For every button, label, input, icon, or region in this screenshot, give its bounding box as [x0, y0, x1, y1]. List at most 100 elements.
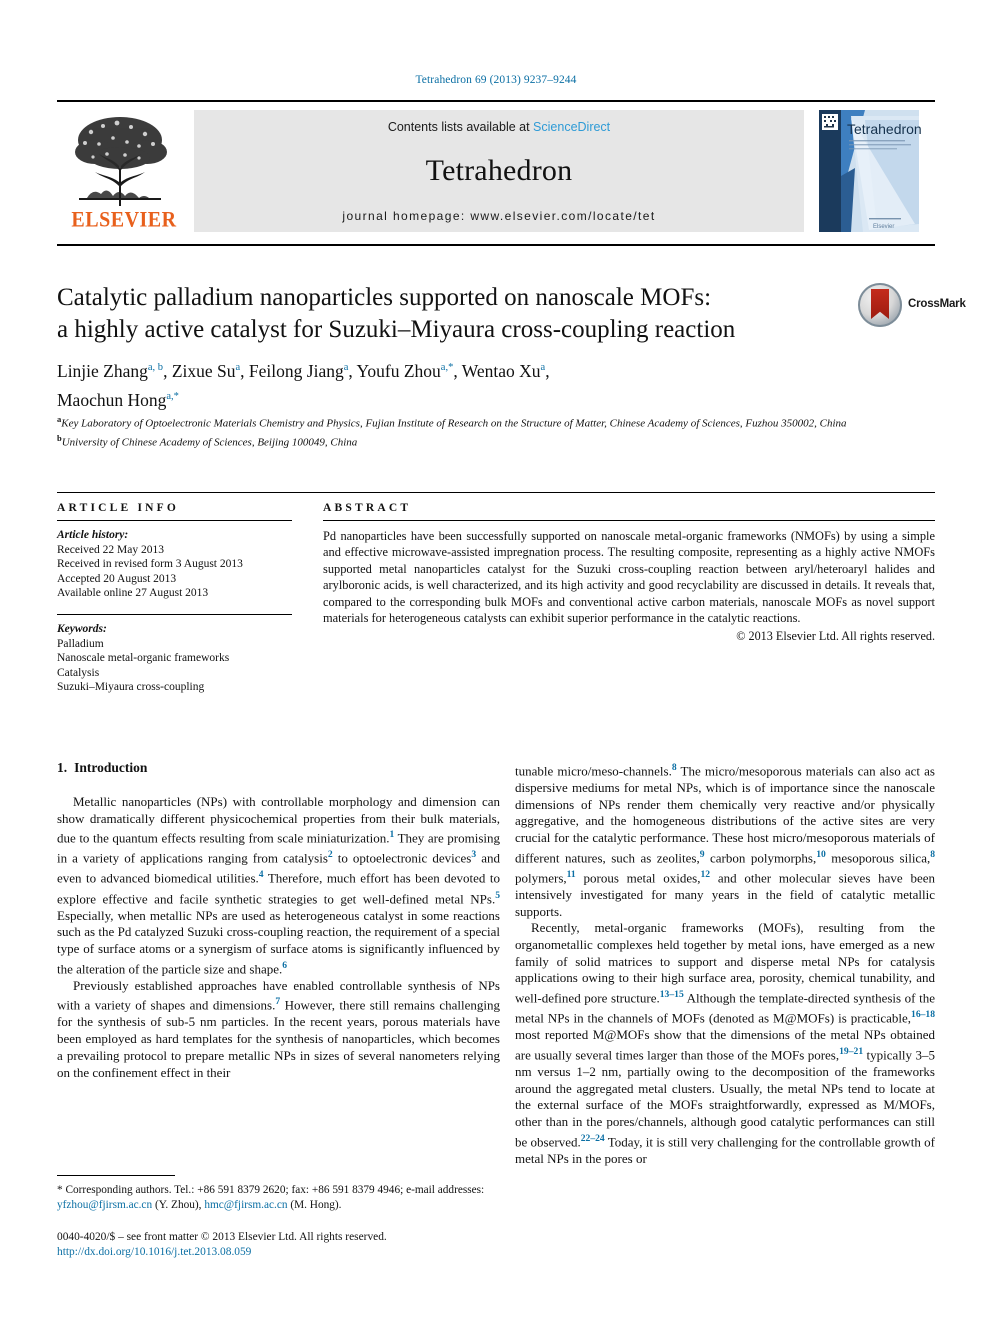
- keywords-label: Keywords:: [57, 622, 107, 635]
- footnote-marker: *: [57, 1184, 63, 1196]
- doi-link[interactable]: http://dx.doi.org/10.1016/j.tet.2013.08.…: [57, 1245, 557, 1260]
- crossmark-bookmark-icon: [871, 289, 889, 319]
- citation-reference[interactable]: 3: [471, 849, 476, 860]
- keywords-block: Keywords: Palladium Nanoscale metal-orga…: [57, 622, 292, 695]
- citation-reference[interactable]: 22–24: [581, 1133, 605, 1144]
- author-affil-marker: a: [540, 362, 546, 373]
- footnote-email-label: e-mail addresses:: [406, 1184, 485, 1196]
- title-block: Catalytic palladium nanoparticles suppor…: [57, 282, 847, 346]
- footnote-divider: [57, 1175, 175, 1176]
- contents-prefix: Contents lists available at: [387, 120, 534, 134]
- abstract-column: ABSTRACT Pd nanoparticles have been succ…: [323, 502, 935, 644]
- info-section-divider: [57, 492, 935, 493]
- footnote-corresponding: Corresponding authors. Tel.: +86 591 837…: [65, 1184, 404, 1196]
- author-name: Maochun Hong: [57, 389, 167, 410]
- title-line-2: a highly active catalyst for Suzuki–Miya…: [57, 316, 736, 343]
- corresponding-author-footnote: * Corresponding authors. Tel.: +86 591 8…: [57, 1175, 500, 1212]
- page-footer: 0040-4020/$ – see front matter © 2013 El…: [57, 1230, 557, 1259]
- journal-title: Tetrahedron: [425, 154, 573, 187]
- journal-band: Contents lists available at ScienceDirec…: [194, 110, 804, 232]
- crossmark-icon: [858, 283, 902, 327]
- history-item: Accepted 20 August 2013: [57, 572, 177, 585]
- abstract-heading: ABSTRACT: [323, 502, 412, 514]
- elsevier-logo: ELSEVIER: [63, 110, 183, 234]
- history-item: Received in revised form 3 August 2013: [57, 558, 243, 571]
- author-item[interactable]: Maochun Honga,*: [57, 390, 179, 410]
- keyword-item: Nanoscale metal-organic frameworks: [57, 652, 230, 665]
- author-item[interactable]: Wentao Xua: [462, 361, 545, 381]
- author-affil-marker: a: [235, 362, 241, 373]
- svg-text:Elsevier: Elsevier: [873, 224, 894, 230]
- journal-article-page: Tetrahedron 69 (2013) 9237–9244 ELSEVIER…: [0, 0, 992, 1323]
- journal-cover-image: Tetrahedron Elsevier: [807, 106, 931, 236]
- keyword-item: Catalysis: [57, 666, 100, 679]
- section-heading-introduction: 1. Introduction: [57, 760, 500, 776]
- email-owner-hong: (M. Hong).: [290, 1198, 342, 1211]
- citation-reference[interactable]: 12: [700, 869, 710, 880]
- citation-reference[interactable]: 2: [328, 849, 333, 860]
- citation-reference[interactable]: 16–18: [911, 1009, 935, 1020]
- section-number: 1.: [57, 760, 68, 775]
- article-info-heading: ARTICLE INFO: [57, 502, 180, 514]
- title-line-1: Catalytic palladium nanoparticles suppor…: [57, 284, 712, 311]
- elsevier-wordmark: ELSEVIER: [71, 207, 177, 233]
- article-info-column: ARTICLE INFO Article history: Received 2…: [57, 502, 292, 695]
- author-item[interactable]: Linjie Zhanga, b: [57, 361, 163, 381]
- author-name: Feilong Jiang: [248, 360, 344, 381]
- journal-homepage-link[interactable]: journal homepage: www.elsevier.com/locat…: [194, 209, 804, 223]
- abstract-text: Pd nanoparticles have been successfully …: [323, 529, 935, 626]
- citation-reference[interactable]: 8: [930, 849, 935, 860]
- article-info-rule: [57, 520, 292, 521]
- paragraph: Metallic nanoparticles (NPs) with contro…: [57, 794, 500, 976]
- citation-reference[interactable]: 7: [275, 996, 280, 1007]
- abstract-copyright: © 2013 Elsevier Ltd. All rights reserved…: [736, 629, 935, 644]
- citation-reference[interactable]: 10: [816, 849, 826, 860]
- author-name: Zixue Su: [171, 360, 236, 381]
- author-affil-marker: a,*: [166, 390, 179, 402]
- author-name: Youfu Zhou: [356, 360, 441, 381]
- author-item[interactable]: Youfu Zhoua,*: [357, 361, 454, 381]
- affiliation-text: Key Laboratory of Optoelectronic Materia…: [61, 417, 847, 430]
- paragraph: Recently, metal-organic frameworks (MOFs…: [515, 920, 936, 1166]
- citation-reference[interactable]: 4: [259, 869, 264, 880]
- history-item: Available online 27 August 2013: [57, 587, 209, 600]
- affiliation-list: aKey Laboratory of Optoelectronic Materi…: [57, 412, 857, 450]
- running-head: Tetrahedron 69 (2013) 9237–9244: [415, 74, 577, 86]
- email-link-hong[interactable]: hmc@fjirsm.ac.cn: [204, 1199, 287, 1211]
- page-title: Catalytic palladium nanoparticles suppor…: [57, 282, 847, 346]
- keywords-rule: [57, 613, 292, 615]
- author-item[interactable]: Zixue Sua: [172, 361, 240, 381]
- author-item[interactable]: Feilong Jianga: [249, 361, 348, 381]
- author-name: Linjie Zhang: [57, 360, 148, 381]
- article-history: Article history: Received 22 May 2013 Re…: [57, 528, 292, 601]
- footnote-text: * Corresponding authors. Tel.: +86 591 8…: [57, 1183, 500, 1212]
- crossmark-label: CrossMark: [908, 298, 966, 310]
- elsevier-tree-icon: [75, 117, 167, 206]
- citation-reference[interactable]: 13–15: [660, 989, 684, 1000]
- affiliation-text: University of Chinese Academy of Science…: [61, 436, 358, 449]
- author-affil-marker: a: [343, 362, 349, 373]
- citation-reference[interactable]: 5: [495, 890, 500, 901]
- article-history-label: Article history:: [57, 529, 129, 541]
- affiliation-item: aKey Laboratory of Optoelectronic Materi…: [57, 412, 857, 431]
- author-list: Linjie Zhanga, b, Zixue Sua, Feilong Jia…: [57, 360, 550, 410]
- journal-masthead: ELSEVIER Contents lists available at Sci…: [57, 100, 935, 246]
- email-owner-zhou: (Y. Zhou),: [154, 1198, 202, 1211]
- citation-reference[interactable]: 6: [282, 960, 287, 971]
- author-name: Wentao Xu: [461, 360, 541, 381]
- citation-reference[interactable]: 9: [700, 849, 705, 860]
- citation-reference[interactable]: 1: [389, 829, 394, 840]
- citation-reference[interactable]: 8: [672, 762, 677, 773]
- svg-text:Tetrahedron: Tetrahedron: [847, 121, 922, 137]
- citation-reference[interactable]: 11: [567, 869, 576, 880]
- email-link-zhou[interactable]: yfzhou@fjirsm.ac.cn: [57, 1199, 152, 1211]
- contents-available-line: Contents lists available at ScienceDirec…: [194, 120, 804, 134]
- body-column-left: 1. Introduction Metallic nanoparticles (N…: [57, 760, 500, 1081]
- section-title: Introduction: [74, 760, 148, 775]
- sciencedirect-link[interactable]: ScienceDirect: [533, 120, 610, 134]
- paragraph: tunable micro/meso-channels.8 The micro/…: [515, 762, 936, 919]
- crossmark-badge[interactable]: CrossMark: [858, 283, 966, 329]
- abstract-rule: [323, 520, 935, 521]
- author-affil-marker: a,*: [440, 362, 454, 373]
- citation-reference[interactable]: 19–21: [839, 1046, 863, 1057]
